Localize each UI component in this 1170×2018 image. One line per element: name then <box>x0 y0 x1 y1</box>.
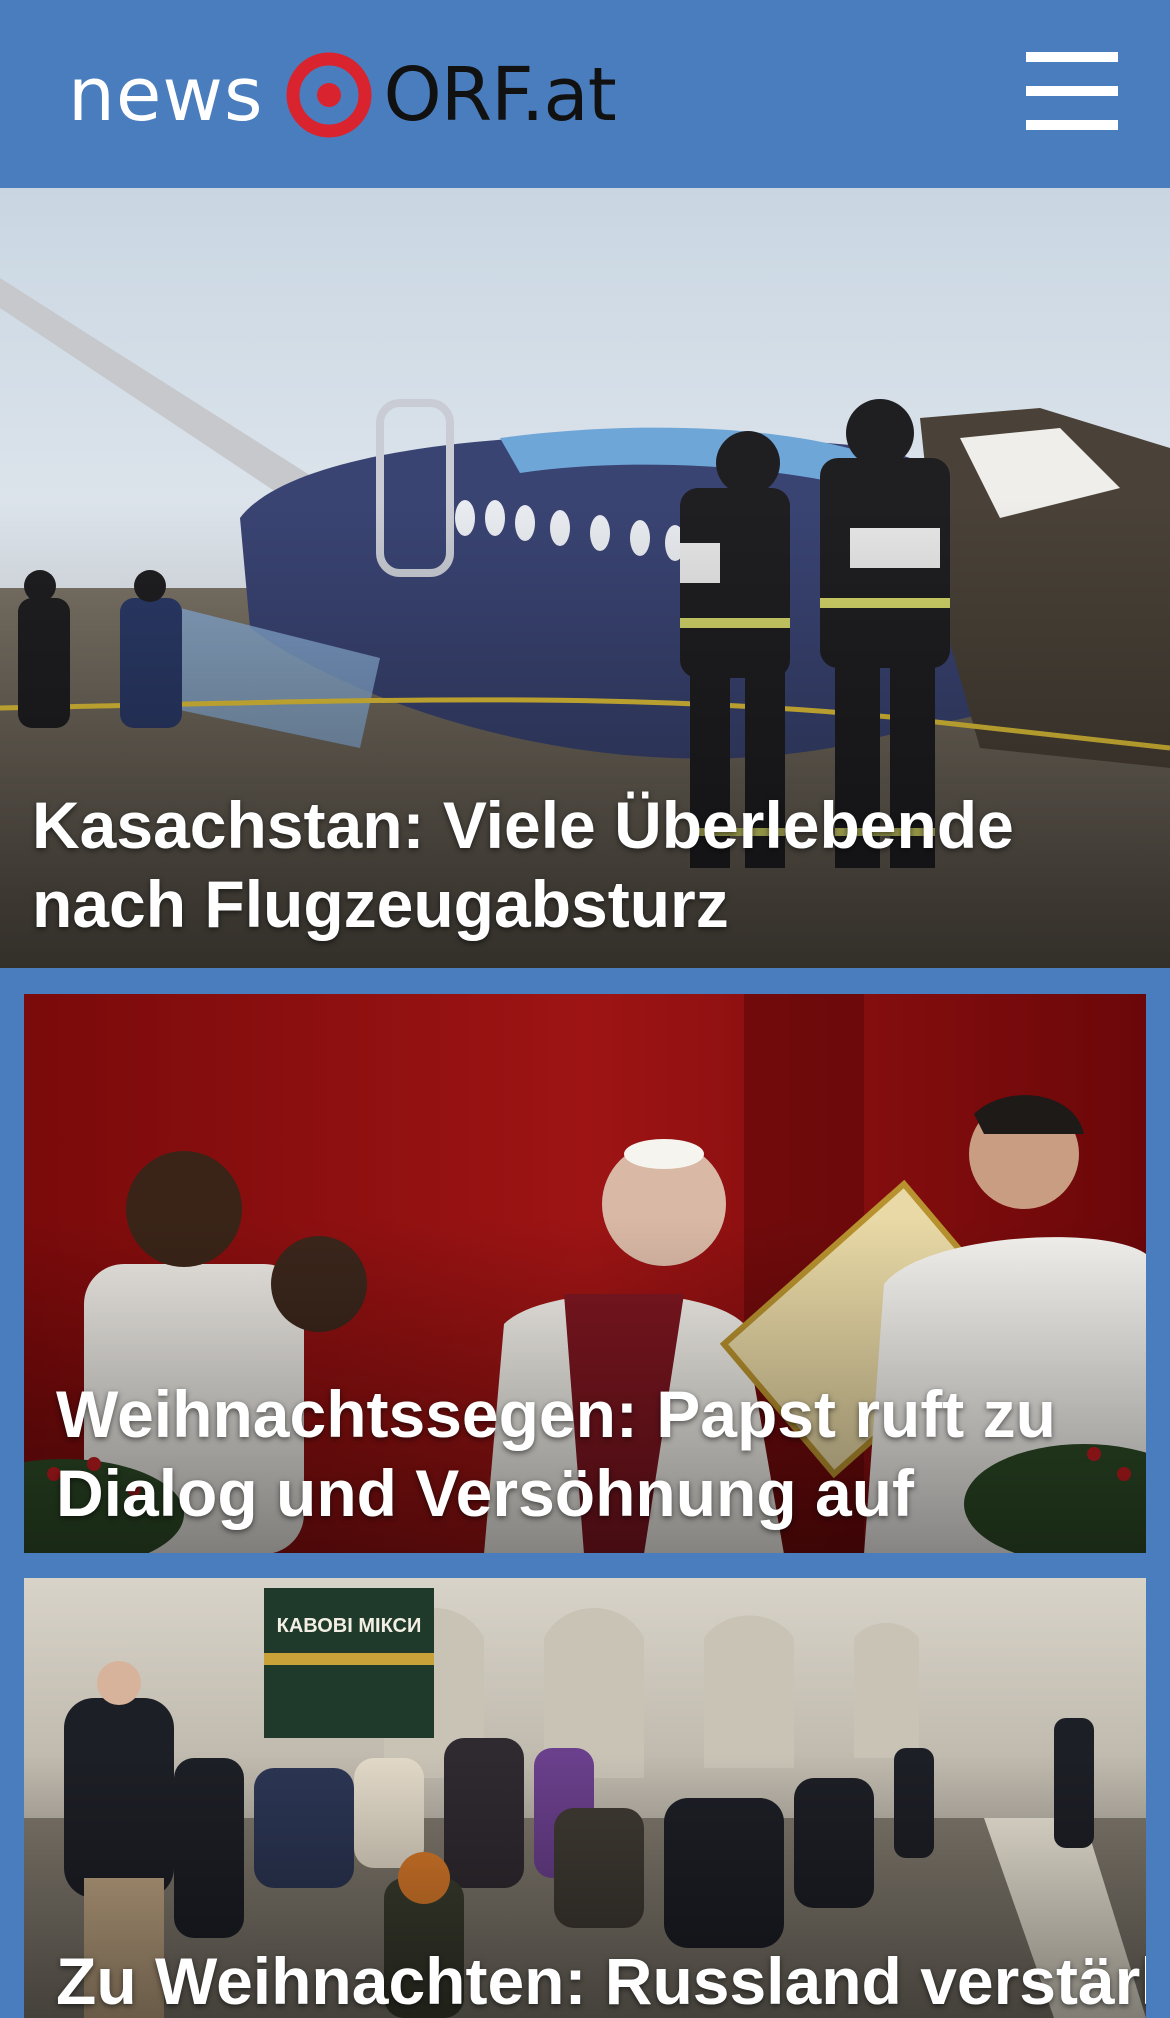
header-bar: news ORF.at <box>0 0 1170 188</box>
story-headline[interactable]: Kasachstan: Viele Überlebende nach Flugz… <box>32 786 1150 944</box>
story-teaser-pope-blessing[interactable]: Weihnachtssegen: Papst ruft zu Dialog un… <box>24 994 1146 1553</box>
menu-line <box>1026 52 1118 62</box>
news-orf-logo[interactable]: news ORF.at <box>68 50 617 140</box>
story-headline[interactable]: Zu Weihnachten: Russland verstärkt <box>56 1942 1146 2018</box>
menu-line <box>1026 86 1118 96</box>
logo-news-text: news <box>68 52 264 138</box>
story-headline[interactable]: Weihnachtssegen: Papst ruft zu Dialog un… <box>56 1375 1122 1533</box>
kiosk-sign: КАВОВІ МІКСИ <box>277 1615 422 1637</box>
logo-orf-text: ORF.at <box>383 52 617 138</box>
story-teaser-metro-shelter[interactable]: КАВОВІ МІКСИ Zu Weihnachten: Russland ve… <box>24 1578 1146 2018</box>
menu-line <box>1026 120 1118 130</box>
orf-target-icon <box>286 52 372 138</box>
story-teaser-plane-crash[interactable]: Kasachstan: Viele Überlebende nach Flugz… <box>0 188 1170 968</box>
hamburger-menu-icon[interactable] <box>1020 48 1124 140</box>
